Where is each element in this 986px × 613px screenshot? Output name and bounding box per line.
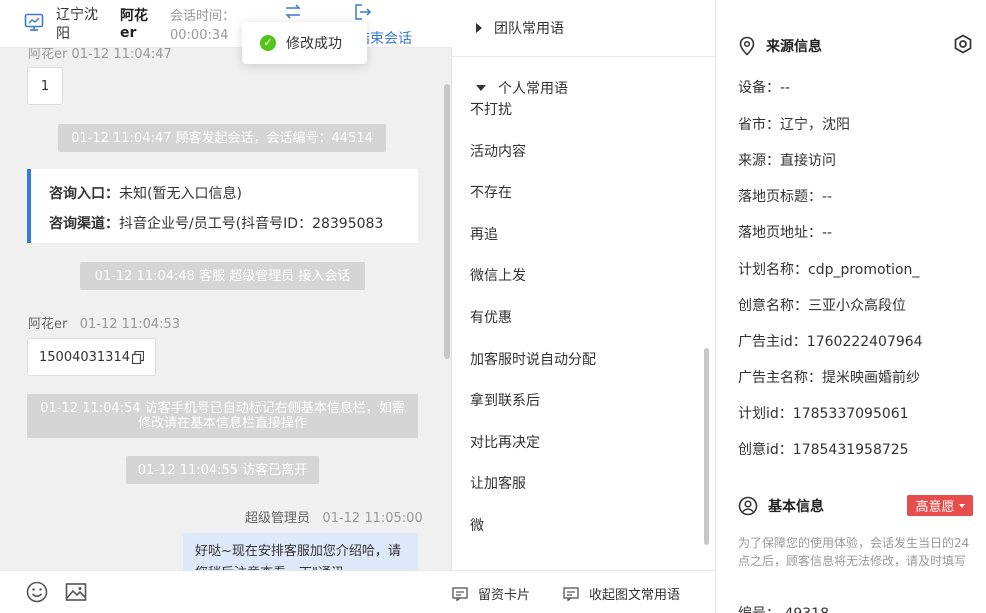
chat-header: 辽宁沈阳 阿花er 会话时间： 00:00:34 结束会话	[0, 0, 452, 48]
phrase-item[interactable]: 不存在	[470, 182, 512, 202]
location-pin-icon	[739, 36, 755, 56]
basic-info-title: 基本信息	[738, 496, 824, 516]
phrase-item[interactable]: 活动内容	[470, 141, 526, 161]
caret-down-icon	[476, 85, 486, 91]
system-message: 01-12 11:04:48 客服 超级管理员 接入会话	[80, 262, 365, 290]
phrase-item[interactable]: 有优惠	[470, 307, 512, 327]
source-plan-name: 计划名称：cdp_promotion_	[738, 262, 920, 278]
phrase-item[interactable]: 让加客服	[470, 473, 526, 493]
personal-phrases-group[interactable]: 个人常用语	[476, 78, 568, 98]
phrase-item[interactable]: 再追	[470, 224, 498, 244]
monitor-icon	[24, 13, 44, 31]
consult-channel: 咨询渠道：抖音企业号/员工号(抖音号ID：28395083	[49, 216, 384, 232]
team-phrases-group[interactable]: 团队常用语	[476, 18, 564, 38]
copy-icon[interactable]	[131, 350, 144, 364]
settings-icon[interactable]	[953, 34, 973, 54]
transfer-icon[interactable]	[284, 3, 302, 21]
customer-region: 辽宁沈阳	[56, 7, 98, 42]
source-landing-title: 落地页标题：--	[738, 189, 833, 205]
phrase-item[interactable]: 加客服时说自动分配	[470, 349, 596, 369]
chat-toolbar	[0, 570, 452, 613]
phrase-item[interactable]: 不打扰	[470, 99, 512, 119]
user-icon	[738, 496, 758, 516]
customer-name: 阿花er	[120, 8, 148, 41]
phrase-item[interactable]: 拿到联系后	[470, 390, 540, 410]
caret-right-icon	[476, 23, 482, 33]
source-info-title: 来源信息	[738, 36, 822, 56]
chat-panel: 辽宁沈阳 阿花er 会话时间： 00:00:34 结束会话 ✓ 修改成功 阿花e…	[0, 0, 452, 613]
customer-message: 15004031314	[27, 338, 156, 376]
agent-message: 好哒~现在安排客服加您介绍哈，请您稍后注意查看一下"通讯	[183, 533, 418, 570]
source-province-city: 省市：辽宁，沈阳	[738, 117, 850, 133]
message-sender: 阿花er 01-12 11:04:53	[28, 317, 181, 332]
success-toast: ✓ 修改成功	[242, 22, 367, 64]
phrase-item[interactable]: 微信上发	[470, 265, 526, 285]
chat-scrollbar[interactable]	[444, 84, 450, 359]
check-icon: ✓	[260, 35, 276, 51]
session-time-value: 00:00:34	[170, 28, 229, 43]
emoji-icon[interactable]	[26, 581, 48, 603]
source-creative-name: 创意名称：三亚小众高段位	[738, 298, 906, 314]
caret-down-icon	[958, 503, 965, 508]
customer-info-panel: 来源信息 设备：-- 省市：辽宁，沈阳 来源：直接访问 落地页标题：-- 落地页…	[716, 0, 986, 613]
lead-card-button[interactable]: 留资卡片	[452, 584, 530, 603]
message-sender: 阿花er 01-12 11:04:47	[28, 48, 172, 62]
system-message: 01-12 11:04:55 访客已离开	[126, 456, 319, 484]
consult-info-card: 咨询入口：未知(暂无入口信息) 咨询渠道：抖音企业号/员工号(抖音号ID：283…	[27, 169, 418, 243]
phrase-item[interactable]: 微	[470, 515, 484, 535]
card-icon	[452, 586, 468, 601]
customer-number: 编号： 49318	[738, 603, 829, 613]
group-divider	[452, 56, 716, 57]
source-device: 设备：--	[738, 80, 791, 96]
customer-message: 1	[27, 67, 63, 105]
message-list[interactable]: 阿花er 01-12 11:04:47 1 01-12 11:04:47 顾客发…	[0, 48, 452, 570]
source-landing-url: 落地页地址：--	[738, 225, 833, 241]
image-icon[interactable]	[65, 581, 87, 603]
consult-entry: 咨询入口：未知(暂无入口信息)	[49, 186, 242, 202]
edit-notice: 为了保障您的使用体验，会话发生当日的24点之后，顾客信息将无法修改，请及时填写	[738, 536, 970, 568]
session-time-label: 会话时间：	[170, 9, 236, 24]
exit-icon[interactable]	[354, 3, 372, 21]
source-advertiser-name: 广告主名称：提米映画婚前纱	[738, 370, 920, 386]
intent-dropdown[interactable]: 高意愿	[907, 495, 973, 516]
message-sender: 超级管理员 01-12 11:05:00	[245, 511, 423, 526]
system-message: 01-12 11:04:54 访客手机号已自动标记右侧基本信息栏，如需修改请在基…	[27, 394, 418, 438]
phrases-panel: 团队常用语 个人常用语 不打扰 活动内容 不存在 再追 微信上发 有优惠 加客服…	[452, 0, 716, 613]
collapse-phrases-button[interactable]: 收起图文常用语	[563, 584, 680, 603]
system-message: 01-12 11:04:47 顾客发起会话，会话编号：44514	[58, 124, 386, 152]
phrases-scrollbar[interactable]	[704, 348, 709, 545]
source-advertiser-id: 广告主id：1760222407964	[738, 334, 923, 350]
toast-text: 修改成功	[286, 36, 342, 52]
source-plan-id: 计划id：1785337095061	[738, 406, 909, 422]
source-creative-id: 创意id：1785431958725	[738, 442, 909, 458]
phrases-toolbar: 留资卡片 收起图文常用语	[452, 570, 716, 613]
message-icon	[563, 586, 579, 601]
source-origin: 来源：直接访问	[738, 153, 836, 169]
phrase-item[interactable]: 对比再决定	[470, 432, 540, 452]
